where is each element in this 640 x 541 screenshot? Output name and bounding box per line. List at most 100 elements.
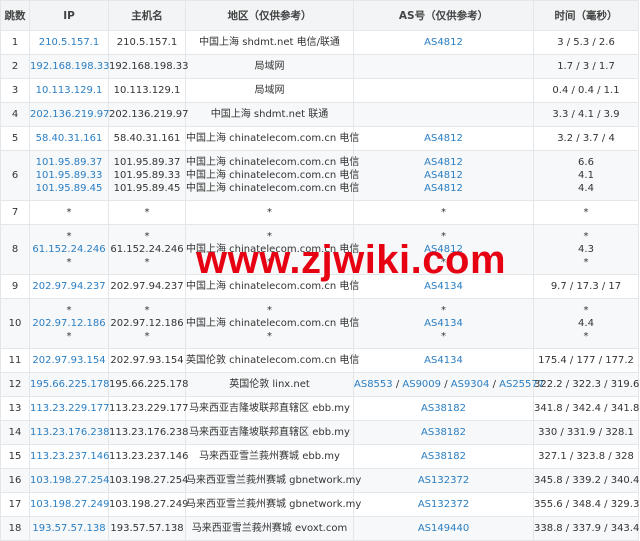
hop-number: 3 <box>12 85 18 96</box>
hostname-cell: 210.5.157.1 <box>109 31 186 55</box>
hostname-cell: 103.198.27.254 <box>109 469 186 493</box>
hostname-text: * <box>109 256 185 269</box>
region-cell: 局域网 <box>186 79 354 103</box>
table-row: 17103.198.27.249103.198.27.249马来西亚雪兰莪州赛城… <box>1 493 639 517</box>
as-line: AS4812 <box>354 132 533 145</box>
as-link[interactable]: AS4812 <box>424 133 463 144</box>
time-text: 345.8 / 339.2 / 340.4 <box>534 474 638 487</box>
hostname-cell: 58.40.31.161 <box>109 127 186 151</box>
as-line: AS8553 / AS9009 / AS9304 / AS25577 <box>354 378 533 391</box>
as-link[interactable]: AS132372 <box>418 499 469 510</box>
table-row: 9202.97.94.237202.97.94.237中国上海 chinatel… <box>1 275 639 299</box>
ip-link[interactable]: 202.97.94.237 <box>30 280 108 293</box>
ip-link[interactable]: 103.198.27.254 <box>30 474 108 487</box>
header-hop: 跳数 <box>1 1 30 31</box>
region-cell: *中国上海 chinatelecom.com.cn 电信* <box>186 299 354 349</box>
ip-link[interactable]: 113.23.176.238 <box>30 426 108 439</box>
time-text: 330 / 331.9 / 328.1 <box>534 426 638 439</box>
table-row: 4202.136.219.97202.136.219.97中国上海 shdmt.… <box>1 103 639 127</box>
time-text: 175.4 / 177 / 177.2 <box>534 354 638 367</box>
ip-link[interactable]: 202.97.12.186 <box>30 317 108 330</box>
ip-link[interactable]: 113.23.229.177 <box>30 402 108 415</box>
as-cell <box>354 55 534 79</box>
ip-link[interactable]: 202.136.219.97 <box>30 108 108 121</box>
ip-link[interactable]: 10.113.129.1 <box>30 84 108 97</box>
as-link[interactable]: AS132372 <box>418 475 469 486</box>
ip-link[interactable]: 58.40.31.161 <box>30 132 108 145</box>
as-link[interactable]: AS4134 <box>424 355 463 366</box>
ip-link[interactable]: 101.95.89.45 <box>30 182 108 195</box>
as-link[interactable]: AS4812 <box>424 170 463 181</box>
as-link[interactable]: AS4134 <box>424 318 463 329</box>
ip-link[interactable]: 192.168.198.33 <box>30 60 108 73</box>
ip-link[interactable]: 103.198.27.249 <box>30 498 108 511</box>
as-link[interactable]: AS4812 <box>424 37 463 48</box>
region-text: 中国上海 chinatelecom.com.cn 电信 <box>186 132 353 145</box>
time-text: 341.8 / 342.4 / 341.8 <box>534 402 638 415</box>
region-cell: 中国上海 shdmt.net 电信/联通 <box>186 31 354 55</box>
ip-cell: 58.40.31.161 <box>30 127 109 151</box>
time-cell: 3.2 / 3.7 / 4 <box>534 127 639 151</box>
region-text: 中国上海 shdmt.net 联通 <box>186 108 353 121</box>
ip-link: * <box>30 230 108 243</box>
time-text: 3 / 5.3 / 2.6 <box>534 36 638 49</box>
as-link[interactable]: AS149440 <box>418 523 469 534</box>
as-link[interactable]: AS4134 <box>424 281 463 292</box>
hop-number: 1 <box>12 37 18 48</box>
table-row: 10*202.97.12.186**202.97.12.186**中国上海 ch… <box>1 299 639 349</box>
as-link[interactable]: AS8553 <box>354 379 393 390</box>
as-line: AS4134 <box>354 354 533 367</box>
as-link[interactable]: AS4812 <box>424 183 463 194</box>
hop-cell: 11 <box>1 349 30 373</box>
as-line: AS4812 <box>354 156 533 169</box>
table-row: 310.113.129.110.113.129.1局域网 0.4 / 0.4 /… <box>1 79 639 103</box>
ip-link[interactable]: 202.97.93.154 <box>30 354 108 367</box>
traceroute-page: 跳数 IP 主机名 地区（仅供参考） AS号（仅供参考） 时间（毫秒） 1 210… <box>0 0 640 530</box>
table-body: 1210.5.157.1210.5.157.1中国上海 shdmt.net 电信… <box>1 31 639 541</box>
as-line: AS4812 <box>354 169 533 182</box>
table-row: 14113.23.176.238113.23.176.238马来西亚吉隆坡联邦直… <box>1 421 639 445</box>
as-link[interactable]: AS9009 <box>402 379 441 390</box>
ip-link[interactable]: 195.66.225.178 <box>30 378 108 391</box>
hostname-text: 113.23.229.177 <box>109 402 185 415</box>
hostname-text: * <box>109 304 185 317</box>
as-cell: AS4134 <box>354 349 534 373</box>
ip-link[interactable]: 101.95.89.33 <box>30 169 108 182</box>
region-text: 英国伦敦 chinatelecom.com.cn 电信 <box>186 354 353 367</box>
header-hostname: 主机名 <box>109 1 186 31</box>
hostname-text: 202.97.94.237 <box>109 280 185 293</box>
as-link[interactable]: AS4812 <box>424 157 463 168</box>
time-text: 4.4 <box>534 182 638 195</box>
ip-link[interactable]: 210.5.157.1 <box>30 36 108 49</box>
hop-cell: 18 <box>1 517 30 541</box>
as-cell: AS149440 <box>354 517 534 541</box>
as-link[interactable]: AS38182 <box>421 451 466 462</box>
table-header-row: 跳数 IP 主机名 地区（仅供参考） AS号（仅供参考） 时间（毫秒） <box>1 1 639 31</box>
time-text: * <box>534 330 638 343</box>
region-text: * <box>186 256 353 269</box>
hostname-cell: 202.136.219.97 <box>109 103 186 127</box>
as-link[interactable]: AS4812 <box>424 244 463 255</box>
hostname-cell: 113.23.176.238 <box>109 421 186 445</box>
as-line: AS38182 <box>354 450 533 463</box>
as-cell: AS4812 <box>354 31 534 55</box>
hop-number: 6 <box>12 170 18 181</box>
ip-cell: 193.57.57.138 <box>30 517 109 541</box>
as-line: AS4812 <box>354 36 533 49</box>
hostname-cell: 202.97.93.154 <box>109 349 186 373</box>
region-cell: 中国上海 shdmt.net 联通 <box>186 103 354 127</box>
ip-link[interactable]: 101.95.89.37 <box>30 156 108 169</box>
ip-link[interactable]: 61.152.24.246 <box>30 243 108 256</box>
ip-link[interactable]: 113.23.237.146 <box>30 450 108 463</box>
ip-link[interactable]: 193.57.57.138 <box>30 522 108 535</box>
as-link[interactable]: AS38182 <box>421 427 466 438</box>
as-link[interactable]: AS38182 <box>421 403 466 414</box>
as-cell: AS132372 <box>354 493 534 517</box>
hop-cell: 6 <box>1 151 30 201</box>
header-as-number: AS号（仅供参考） <box>354 1 534 31</box>
time-text: 1.7 / 3 / 1.7 <box>534 60 638 73</box>
time-cell: 3 / 5.3 / 2.6 <box>534 31 639 55</box>
hostname-text: 202.97.12.186 <box>109 317 185 330</box>
hostname-cell: 113.23.229.177 <box>109 397 186 421</box>
as-link[interactable]: AS9304 <box>451 379 490 390</box>
